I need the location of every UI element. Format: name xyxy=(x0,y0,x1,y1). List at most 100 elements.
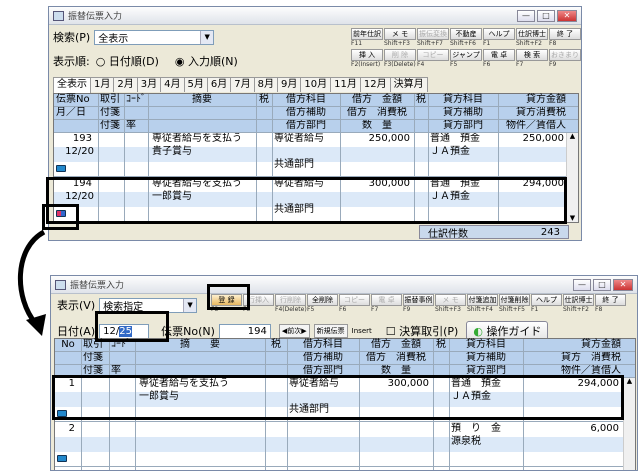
fkey-button[interactable]: おきまり xyxy=(549,49,581,61)
memo-icon[interactable] xyxy=(57,455,67,462)
order-date-radio[interactable]: ○ 日付順(D) xyxy=(96,53,159,69)
tab-7[interactable]: 7月 xyxy=(230,77,255,92)
voucher-input[interactable]: 194 xyxy=(218,323,271,339)
tab-3[interactable]: 3月 xyxy=(136,77,162,92)
column-header: 税 xyxy=(416,94,426,105)
scroll-up-icon[interactable]: ▲ xyxy=(624,377,635,385)
column-header: 借方 消費税 xyxy=(366,352,426,363)
fkey-button[interactable]: 電 卓 xyxy=(483,49,515,61)
column-header: 物件／賃借人 xyxy=(506,120,566,131)
fkey-shortcut: Shift+F2 xyxy=(516,40,542,47)
fkey-button[interactable]: 振伝変換 xyxy=(417,28,449,40)
closing-checkbox[interactable]: ☐ 決算取引(P) xyxy=(386,323,459,339)
tab-2[interactable]: 2月 xyxy=(113,77,138,92)
fkey-button[interactable]: 終 了 xyxy=(549,28,581,40)
fkey-10: ヘルプ F1 xyxy=(531,294,562,314)
table-row[interactable]: 193 12/20 専従者給与を支払う 貴子賞与 専従者給与 共通部門 250,000 普通 … xyxy=(54,132,566,177)
fkey-button[interactable]: 不動産 xyxy=(450,28,482,40)
fkey-button[interactable]: 仕訳博士 xyxy=(516,28,548,40)
fkey-button[interactable]: 行削除 xyxy=(275,294,306,306)
insert-key-label: Insert xyxy=(351,327,372,335)
fkey-10: ジャンプ F5 xyxy=(450,49,482,69)
tab-4[interactable]: 4月 xyxy=(160,77,185,92)
search-label: 検索(P) xyxy=(53,31,91,44)
fkey-button[interactable]: 前年仕訳 xyxy=(351,28,383,40)
tab-1[interactable]: 1月 xyxy=(90,77,115,92)
minimize-icon[interactable]: — xyxy=(517,10,535,22)
fkey-8: 削 除 F3(Delete) xyxy=(384,49,416,69)
fkey-shortcut: Shift+F6 xyxy=(450,40,476,47)
bottom-function-keys: 登 録 F3 行挿入 F3 行削除 F4(Delete) 全削除 F5 コピー F6 電 卓 F7 振替… xyxy=(211,294,626,314)
guide-label: 操作ガイド xyxy=(486,325,542,338)
scroll-up-icon[interactable]: ▲ xyxy=(567,132,578,140)
column-header: 貸方補助 xyxy=(443,107,483,118)
memo-icon[interactable] xyxy=(56,165,66,172)
fkey-button[interactable]: 付箋削除 xyxy=(499,294,530,306)
fkey-button[interactable]: 挿 入 xyxy=(351,49,383,61)
fkey-shortcut: F7 xyxy=(371,306,379,313)
column-header: 借方 金額 xyxy=(371,339,421,350)
fkey-shortcut: Shift+F7 xyxy=(417,40,443,47)
column-header: 貸方部門 xyxy=(443,120,483,131)
column-header: 付箋 xyxy=(100,107,120,118)
prev-next-button[interactable]: ◀前次▶ xyxy=(278,324,310,338)
cell-credit-acct: 普通 預金 xyxy=(430,133,480,144)
fkey-8: 付箋追加 Shift+F4 xyxy=(467,294,498,314)
fkey-4: コピー F6 xyxy=(339,294,370,314)
fkey-button[interactable]: メ モ xyxy=(435,294,466,306)
fkey-button[interactable]: コピー xyxy=(417,49,449,61)
close-icon[interactable]: ✕ xyxy=(613,279,633,291)
fkey-button[interactable]: 仕訳博士 xyxy=(563,294,594,306)
tab-6[interactable]: 6月 xyxy=(206,77,232,92)
tab-12[interactable]: 12月 xyxy=(359,77,391,92)
fkey-button[interactable]: 終 了 xyxy=(595,294,626,306)
fkey-button[interactable]: 検 索 xyxy=(516,49,548,61)
table-row[interactable]: 2 預 り 金源泉税 6,000 xyxy=(55,422,623,467)
fkey-3: 不動産 Shift+F6 xyxy=(450,28,482,48)
column-header: 貸方消費税 xyxy=(516,107,566,118)
tab-8[interactable]: 8月 xyxy=(253,77,278,92)
order-input-radio[interactable]: ◉ 入力順(N) xyxy=(175,53,238,69)
display-label: 表示(V) xyxy=(57,299,96,312)
fkey-shortcut: F4(Delete) xyxy=(275,306,307,313)
tab-9[interactable]: 9月 xyxy=(277,77,302,92)
column-header: 伝票No xyxy=(56,94,90,105)
fkey-button[interactable]: ヘルプ xyxy=(531,294,562,306)
fkey-button[interactable]: 電 卓 xyxy=(371,294,402,306)
top-window-title: 振替伝票入力 xyxy=(68,12,123,22)
fkey-button[interactable]: メ モ xyxy=(384,28,416,40)
close-icon[interactable]: ✕ xyxy=(557,10,577,22)
tab-5[interactable]: 5月 xyxy=(183,77,208,92)
voucher-label: 伝票No(N) xyxy=(161,325,215,338)
highlight-bottom-row xyxy=(52,375,624,420)
minimize-icon[interactable]: — xyxy=(573,279,591,291)
new-voucher-button[interactable]: 新規伝票 xyxy=(313,324,348,338)
bottom-scrollbar[interactable]: ▲ xyxy=(623,377,635,470)
fkey-shortcut: Shift+F2 xyxy=(563,306,589,313)
column-header: 付箋 xyxy=(100,120,120,131)
tab-11[interactable]: 11月 xyxy=(330,77,361,92)
top-scrollbar[interactable]: ▲ ▼ xyxy=(566,132,578,222)
fkey-button[interactable]: ヘルプ xyxy=(483,28,515,40)
fkey-button[interactable]: 振替事例 xyxy=(403,294,434,306)
tab-13[interactable]: 決算月 xyxy=(389,77,428,92)
cell-no: 2 xyxy=(68,423,75,434)
fkey-shortcut: F5 xyxy=(307,306,315,313)
tab-0[interactable]: 全表示 xyxy=(53,77,91,93)
scroll-down-icon[interactable]: ▼ xyxy=(567,214,578,222)
fkey-button[interactable]: コピー xyxy=(339,294,370,306)
fkey-13: おきまり F9 xyxy=(549,49,581,69)
fkey-6: 振替事例 F9 xyxy=(403,294,434,314)
search-select[interactable]: 全表示 ▼ xyxy=(94,29,215,45)
fkey-button[interactable]: 削 除 xyxy=(384,49,416,61)
maximize-icon[interactable]: □ xyxy=(593,279,611,291)
fkey-button[interactable]: ジャンプ xyxy=(450,49,482,61)
fkey-button[interactable]: 全削除 xyxy=(307,294,338,306)
column-header: 税 xyxy=(436,339,446,350)
maximize-icon[interactable]: □ xyxy=(537,10,555,22)
fkey-shortcut: Shift+F4 xyxy=(467,306,493,313)
fkey-button[interactable]: 付箋追加 xyxy=(467,294,498,306)
tab-10[interactable]: 10月 xyxy=(300,77,332,92)
count-bar: 仕訳件数 243 xyxy=(419,225,569,240)
count-label: 仕訳件数 xyxy=(428,228,468,240)
